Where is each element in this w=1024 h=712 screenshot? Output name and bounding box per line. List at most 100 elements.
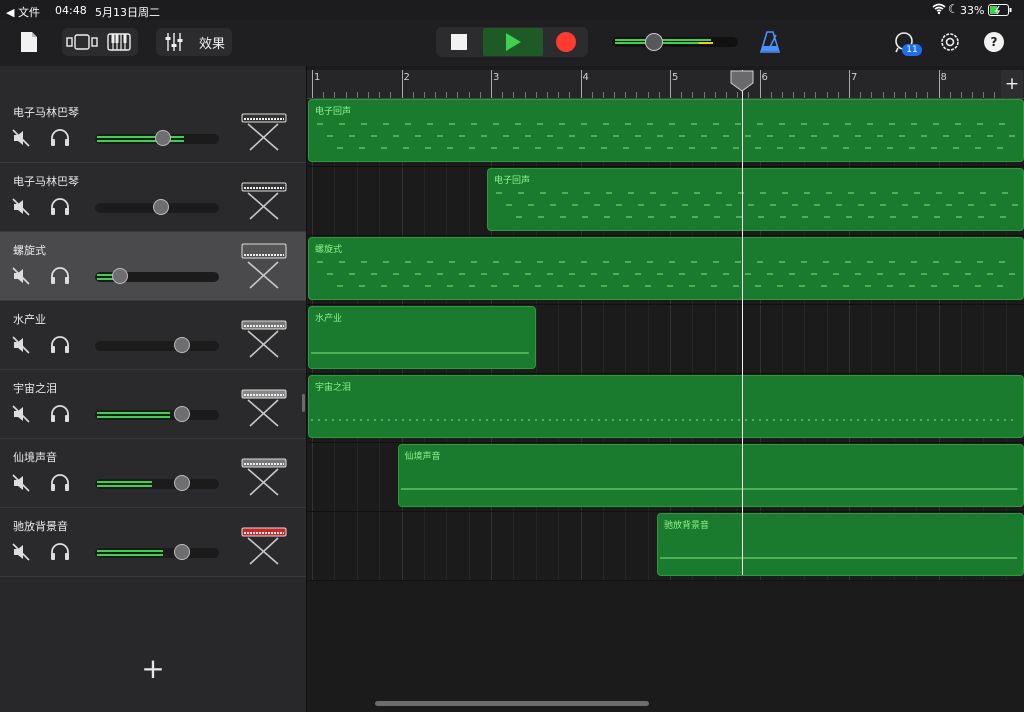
master-level-peak <box>615 42 713 44</box>
grid-line <box>602 305 604 373</box>
track-volume-slider[interactable] <box>95 475 219 491</box>
grid-line <box>513 512 515 580</box>
mute-icon[interactable] <box>12 543 30 565</box>
grid-line <box>692 305 694 373</box>
track-volume-knob[interactable] <box>173 337 190 353</box>
keyboard-instrument-icon[interactable] <box>238 309 292 361</box>
grid-line <box>491 512 492 580</box>
grid-line <box>401 512 403 580</box>
track-header[interactable]: 电子马林巴琴 <box>0 94 306 163</box>
track-header[interactable]: 螺旋式 <box>0 232 306 301</box>
track-level-meter <box>97 550 163 552</box>
record-button[interactable] <box>545 28 587 56</box>
track-name: 电子马林巴琴 <box>13 175 79 188</box>
document-icon[interactable] <box>18 30 40 54</box>
track-volume-slider[interactable] <box>95 337 219 353</box>
track-header[interactable]: 仙境声音 <box>0 439 306 508</box>
resize-handle[interactable] <box>302 394 305 412</box>
track-volume-slider[interactable] <box>95 130 219 146</box>
track-name: 仙境声音 <box>13 451 57 464</box>
track-header[interactable]: 宇宙之泪 <box>0 370 306 439</box>
track-volume-knob[interactable] <box>152 199 169 215</box>
battery-percent: 33% <box>960 4 985 17</box>
track-level-meter <box>97 140 184 142</box>
stop-button[interactable] <box>437 28 481 56</box>
region-notes <box>311 352 529 354</box>
grid-line <box>468 512 470 580</box>
track-headers: 电子马林巴琴 电子马林巴琴 螺旋式 水产业 宇宙之泪 仙境声音 驰放背景音 + <box>0 66 307 712</box>
grid-line <box>580 305 582 373</box>
track-volume-slider[interactable] <box>95 268 219 284</box>
track-header[interactable]: 水产业 <box>0 301 306 370</box>
mixer-icon[interactable] <box>162 32 186 52</box>
headphones-icon[interactable] <box>50 198 70 220</box>
keyboard-instrument-icon[interactable] <box>238 240 292 292</box>
headphones-icon[interactable] <box>50 474 70 496</box>
grid-line <box>356 443 358 511</box>
grid-line <box>580 512 582 580</box>
grid-line <box>312 167 313 235</box>
ruler[interactable]: 1 2 3 4 5 6 7 8 <box>307 70 1024 99</box>
master-volume-slider[interactable] <box>612 33 738 51</box>
headphones-icon[interactable] <box>50 267 70 289</box>
keyboard-instrument-icon[interactable] <box>238 447 292 499</box>
mute-icon[interactable] <box>12 198 30 220</box>
mute-icon[interactable] <box>12 336 30 358</box>
grid-line <box>625 512 627 580</box>
settings-gear-icon[interactable] <box>938 30 962 54</box>
add-track-button[interactable]: + <box>140 655 166 683</box>
add-section-button[interactable]: + <box>1001 70 1023 98</box>
track-volume-knob[interactable] <box>173 406 190 422</box>
audio-region[interactable]: 仙境声音 <box>397 444 1024 507</box>
back-to-files[interactable]: ◀ 文件 <box>6 4 40 20</box>
grid-line <box>670 305 671 373</box>
track-volume-knob[interactable] <box>111 268 128 284</box>
play-button[interactable] <box>483 28 543 56</box>
master-volume-knob[interactable] <box>645 33 663 51</box>
track-name: 宇宙之泪 <box>13 382 57 395</box>
clock: 04:48 <box>55 4 87 17</box>
keyboard-instrument-icon[interactable] <box>238 171 292 223</box>
track-volume-slider[interactable] <box>95 406 219 422</box>
headphones-icon[interactable] <box>50 336 70 358</box>
mute-icon[interactable] <box>12 405 30 427</box>
grid-line <box>647 512 649 580</box>
audio-region[interactable]: 电子回声 <box>308 99 1024 162</box>
track-volume-knob[interactable] <box>173 475 190 491</box>
track-volume-slider[interactable] <box>95 544 219 560</box>
grid-line <box>1005 305 1007 373</box>
audio-region[interactable]: 螺旋式 <box>308 237 1024 300</box>
headphones-icon[interactable] <box>50 543 70 565</box>
bar-number: 3 <box>493 72 500 83</box>
headphones-icon[interactable] <box>50 129 70 151</box>
bar-number: 7 <box>851 72 858 83</box>
track-volume-knob[interactable] <box>155 130 172 146</box>
keyboard-instrument-icon[interactable] <box>238 102 292 154</box>
fx-button[interactable]: 效果 <box>196 32 228 52</box>
metronome-icon[interactable] <box>758 30 782 54</box>
headphones-icon[interactable] <box>50 405 70 427</box>
audio-region[interactable]: 驰放背景音 <box>657 513 1024 576</box>
help-button[interactable]: ? <box>984 32 1004 52</box>
mute-icon[interactable] <box>12 474 30 496</box>
audio-region[interactable]: 电子回声 <box>487 168 1024 231</box>
track-volume-slider[interactable] <box>95 199 219 215</box>
keyboard-instrument-icon[interactable] <box>238 516 292 568</box>
wifi-icon <box>932 3 946 18</box>
track-volume-knob[interactable] <box>173 544 190 560</box>
audio-region[interactable]: 宇宙之泪 <box>308 375 1024 438</box>
playhead[interactable] <box>742 70 743 575</box>
region-notes <box>311 419 1017 421</box>
track-header[interactable]: 驰放背景音 <box>0 508 306 577</box>
grid-line <box>401 167 403 235</box>
keyboard-instrument-icon[interactable] <box>238 378 292 430</box>
mute-icon[interactable] <box>12 267 30 289</box>
grid-line <box>558 512 560 580</box>
track-header[interactable]: 电子马林巴琴 <box>0 163 306 232</box>
ruler-tick <box>759 70 761 98</box>
audio-region[interactable]: 水产业 <box>308 306 536 369</box>
tracks-view-icon[interactable] <box>65 32 99 52</box>
mute-icon[interactable] <box>12 129 30 151</box>
playhead-handle[interactable] <box>730 70 754 92</box>
keyboard-icon[interactable] <box>106 32 132 52</box>
